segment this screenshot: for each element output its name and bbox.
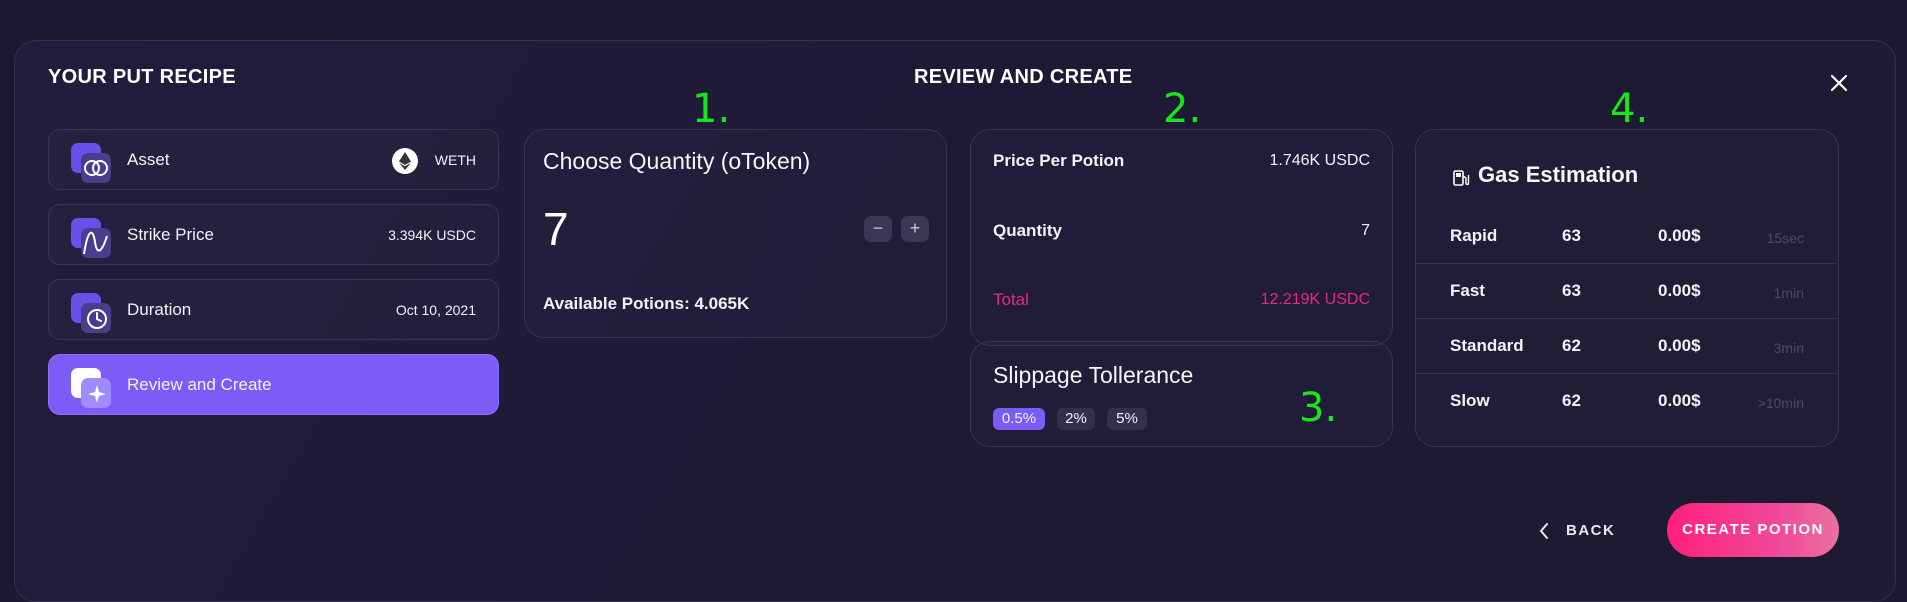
decrement-button[interactable]: − bbox=[864, 216, 892, 242]
available-potions: Available Potions: 4.065K bbox=[543, 294, 750, 313]
gas-row-standard[interactable]: Standard 62 0.00$ 3min bbox=[1416, 319, 1838, 374]
gas-price: 62 bbox=[1562, 336, 1581, 355]
gas-row-rapid[interactable]: Rapid 63 0.00$ 15sec bbox=[1416, 209, 1838, 264]
step-duration[interactable]: Duration Oct 10, 2021 bbox=[48, 279, 499, 340]
back-label: BACK bbox=[1566, 522, 1616, 539]
price-per-potion-value: 1.746K USDC bbox=[1269, 152, 1371, 169]
total-value: 12.219K USDC bbox=[1260, 291, 1370, 308]
sparkle-icon bbox=[71, 368, 111, 408]
gas-row-slow[interactable]: Slow 62 0.00$ >10min bbox=[1416, 374, 1838, 429]
step-value: WETH bbox=[434, 152, 476, 168]
step-label: Strike Price bbox=[127, 225, 214, 244]
gas-time: 15sec bbox=[1766, 230, 1804, 246]
step-review-and-create[interactable]: Review and Create bbox=[48, 354, 499, 415]
fuel-pump-icon bbox=[1453, 170, 1470, 186]
quantity-card: Choose Quantity (oToken) 7 − + Available… bbox=[524, 129, 947, 338]
step-asset[interactable]: Asset WETH bbox=[48, 129, 499, 190]
gas-price: 62 bbox=[1562, 391, 1581, 410]
step-label: Asset bbox=[127, 150, 170, 169]
annotation-4: 4. bbox=[1610, 86, 1649, 132]
gas-speed: Fast bbox=[1450, 281, 1485, 300]
quantity-summary-value: 7 bbox=[1361, 222, 1370, 239]
annotation-2: 2. bbox=[1163, 86, 1202, 132]
gas-price: 63 bbox=[1562, 281, 1581, 300]
gas-speed: Standard bbox=[1450, 336, 1524, 355]
quantity-label: Quantity bbox=[993, 221, 1062, 240]
annotation-1: 1. bbox=[692, 86, 731, 132]
slippage-option-0-5[interactable]: 0.5% bbox=[993, 408, 1045, 430]
gas-speed: Rapid bbox=[1450, 226, 1498, 245]
recipe-title: YOUR PUT RECIPE bbox=[48, 66, 236, 88]
gas-cost: 0.00$ bbox=[1658, 336, 1701, 355]
summary-card: Price Per Potion 1.746K USDC Quantity 7 … bbox=[970, 129, 1393, 346]
step-label: Review and Create bbox=[127, 375, 272, 394]
slippage-card: Slippage Tollerance 0.5% 2% 5% bbox=[970, 341, 1393, 447]
slippage-option-5[interactable]: 5% bbox=[1107, 408, 1147, 430]
create-potion-button[interactable]: CREATE POTION bbox=[1667, 503, 1839, 557]
review-title: REVIEW AND CREATE bbox=[914, 66, 1133, 88]
step-value: Oct 10, 2021 bbox=[395, 302, 476, 318]
gas-card: Gas Estimation Rapid 63 0.00$ 15sec Fast… bbox=[1415, 129, 1839, 447]
gas-title: Gas Estimation bbox=[1478, 162, 1639, 187]
create-potion-label: CREATE POTION bbox=[1682, 521, 1824, 538]
increment-button[interactable]: + bbox=[901, 216, 929, 242]
gas-row-fast[interactable]: Fast 63 0.00$ 1min bbox=[1416, 264, 1838, 319]
slippage-title: Slippage Tollerance bbox=[993, 362, 1194, 388]
asset-icon bbox=[71, 143, 111, 183]
clock-icon bbox=[71, 293, 111, 333]
gas-time: 3min bbox=[1773, 340, 1804, 356]
strike-price-icon bbox=[71, 218, 111, 258]
step-value: 3.394K USDC bbox=[388, 227, 476, 243]
gas-cost: 0.00$ bbox=[1658, 391, 1701, 410]
close-icon[interactable] bbox=[1828, 72, 1850, 94]
gas-time: >10min bbox=[1757, 395, 1804, 411]
quantity-value[interactable]: 7 bbox=[543, 202, 569, 256]
price-per-potion-label: Price Per Potion bbox=[993, 151, 1125, 170]
gas-time: 1min bbox=[1773, 285, 1804, 301]
gas-cost: 0.00$ bbox=[1658, 226, 1701, 245]
total-label: Total bbox=[993, 290, 1029, 309]
gas-speed: Slow bbox=[1450, 391, 1490, 410]
quantity-title: Choose Quantity (oToken) bbox=[543, 148, 811, 174]
gas-cost: 0.00$ bbox=[1658, 281, 1701, 300]
step-label: Duration bbox=[127, 300, 192, 319]
step-strike-price[interactable]: Strike Price 3.394K USDC bbox=[48, 204, 499, 265]
gas-price: 63 bbox=[1562, 226, 1581, 245]
ethereum-icon bbox=[392, 148, 418, 174]
chevron-left-icon bbox=[1539, 523, 1548, 539]
slippage-option-2[interactable]: 2% bbox=[1057, 408, 1095, 430]
